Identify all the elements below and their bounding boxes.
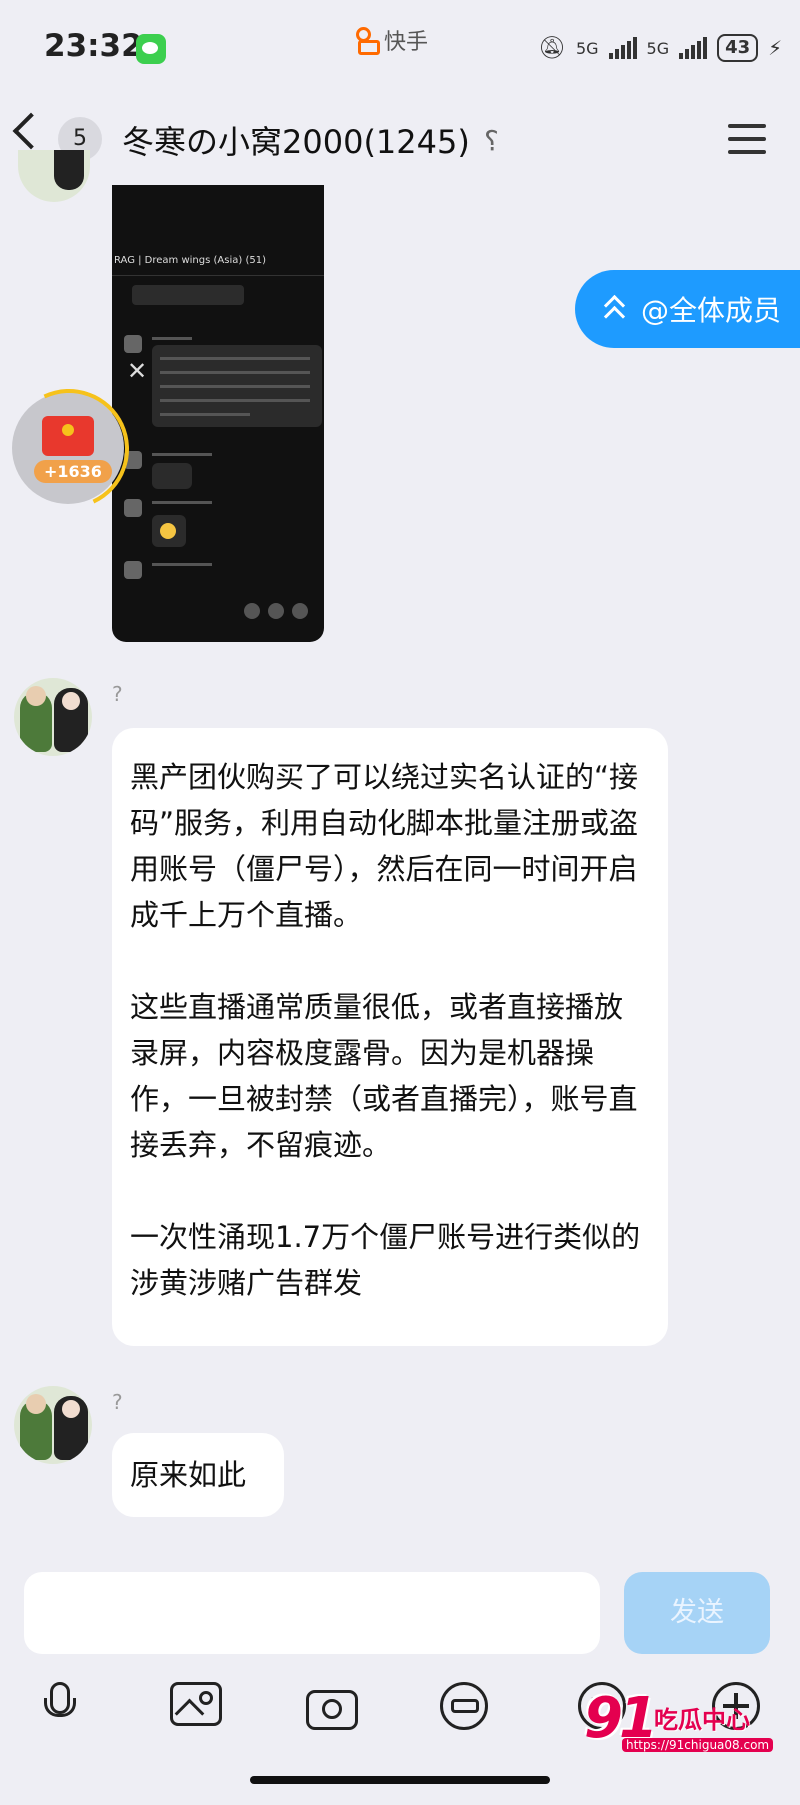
message-paragraph: 这些直播通常质量很低，或者直接播放录屏，内容极度露骨。因为是机器操作，一旦被封禁… [130,990,638,1162]
watermark: 91 吃瓜中心 https://91chigua08.com [584,1686,774,1752]
network-label-1: 5G [575,38,599,58]
red-envelope-icon [42,416,94,456]
sender-avatar[interactable] [14,1386,92,1464]
mention-all-chip[interactable]: @全体成员 [575,270,800,348]
sender-avatar[interactable] [14,678,92,756]
sticker-icon[interactable] [440,1682,488,1730]
camera-icon[interactable] [306,1690,358,1730]
wechat-notification-icon [136,34,166,64]
status-time: 23:32 [44,28,143,64]
battery-icon: 43 [717,34,759,62]
mention-all-label: @全体成员 [641,294,782,327]
sender-name: ? [112,1390,123,1414]
sender-name: ? [112,682,123,706]
mute-icon: 🔕︎ [538,35,566,61]
message-paragraph: 一次性涌现1.7万个僵尸账号进行类似的涉黄涉赌广告群发 [130,1220,641,1300]
microphone-icon[interactable] [38,1682,78,1726]
watermark-name: 吃瓜中心 [654,1706,750,1734]
message-bubble[interactable]: 黑产团伙购买了可以绕过实名认证的“接码”服务，利用自动化脚本批量注册或盗用账号（… [112,728,668,1346]
red-packet-count: +1636 [34,460,112,483]
signal-icon-2 [679,37,708,59]
message-paragraph: 黑产团伙购买了可以绕过实名认证的“接码”服务，利用自动化脚本批量注册或盗用账号（… [130,760,639,932]
avatar[interactable] [18,150,90,202]
chat-title[interactable]: 冬寒の小窝2000(1245) [122,117,470,163]
double-chevron-up-icon [603,294,627,324]
message-bubble[interactable]: 原来如此 [112,1433,284,1517]
ear-icon[interactable]: ⸮ [484,124,499,157]
send-button[interactable]: 发送 [624,1572,770,1654]
home-indicator[interactable] [250,1776,550,1784]
network-label-2: 5G [646,38,670,58]
status-icons: 🔕︎ 5G 5G 43 ⚡︎ [538,34,782,62]
app-logo: 快手 [356,24,428,56]
back-arrow-icon[interactable] [12,112,50,150]
screenshot-image-message[interactable]: RAG | Dream wings (Asia) (51) ✕ [112,185,324,642]
menu-icon[interactable] [728,124,766,163]
watermark-url: https://91chigua08.com [622,1738,774,1752]
charging-icon: ⚡︎ [768,36,783,60]
image-icon[interactable] [170,1682,222,1726]
kuaishou-logo-icon [356,27,380,55]
app-name: 快手 [384,30,429,55]
message-input[interactable] [24,1572,600,1654]
signal-icon [608,37,637,59]
red-packet-button[interactable]: +1636 [12,392,124,504]
battery-level: 43 [725,37,751,58]
close-icon[interactable]: ✕ [127,357,147,385]
screenshot-group-label: RAG | Dream wings (Asia) (51) [114,255,266,266]
